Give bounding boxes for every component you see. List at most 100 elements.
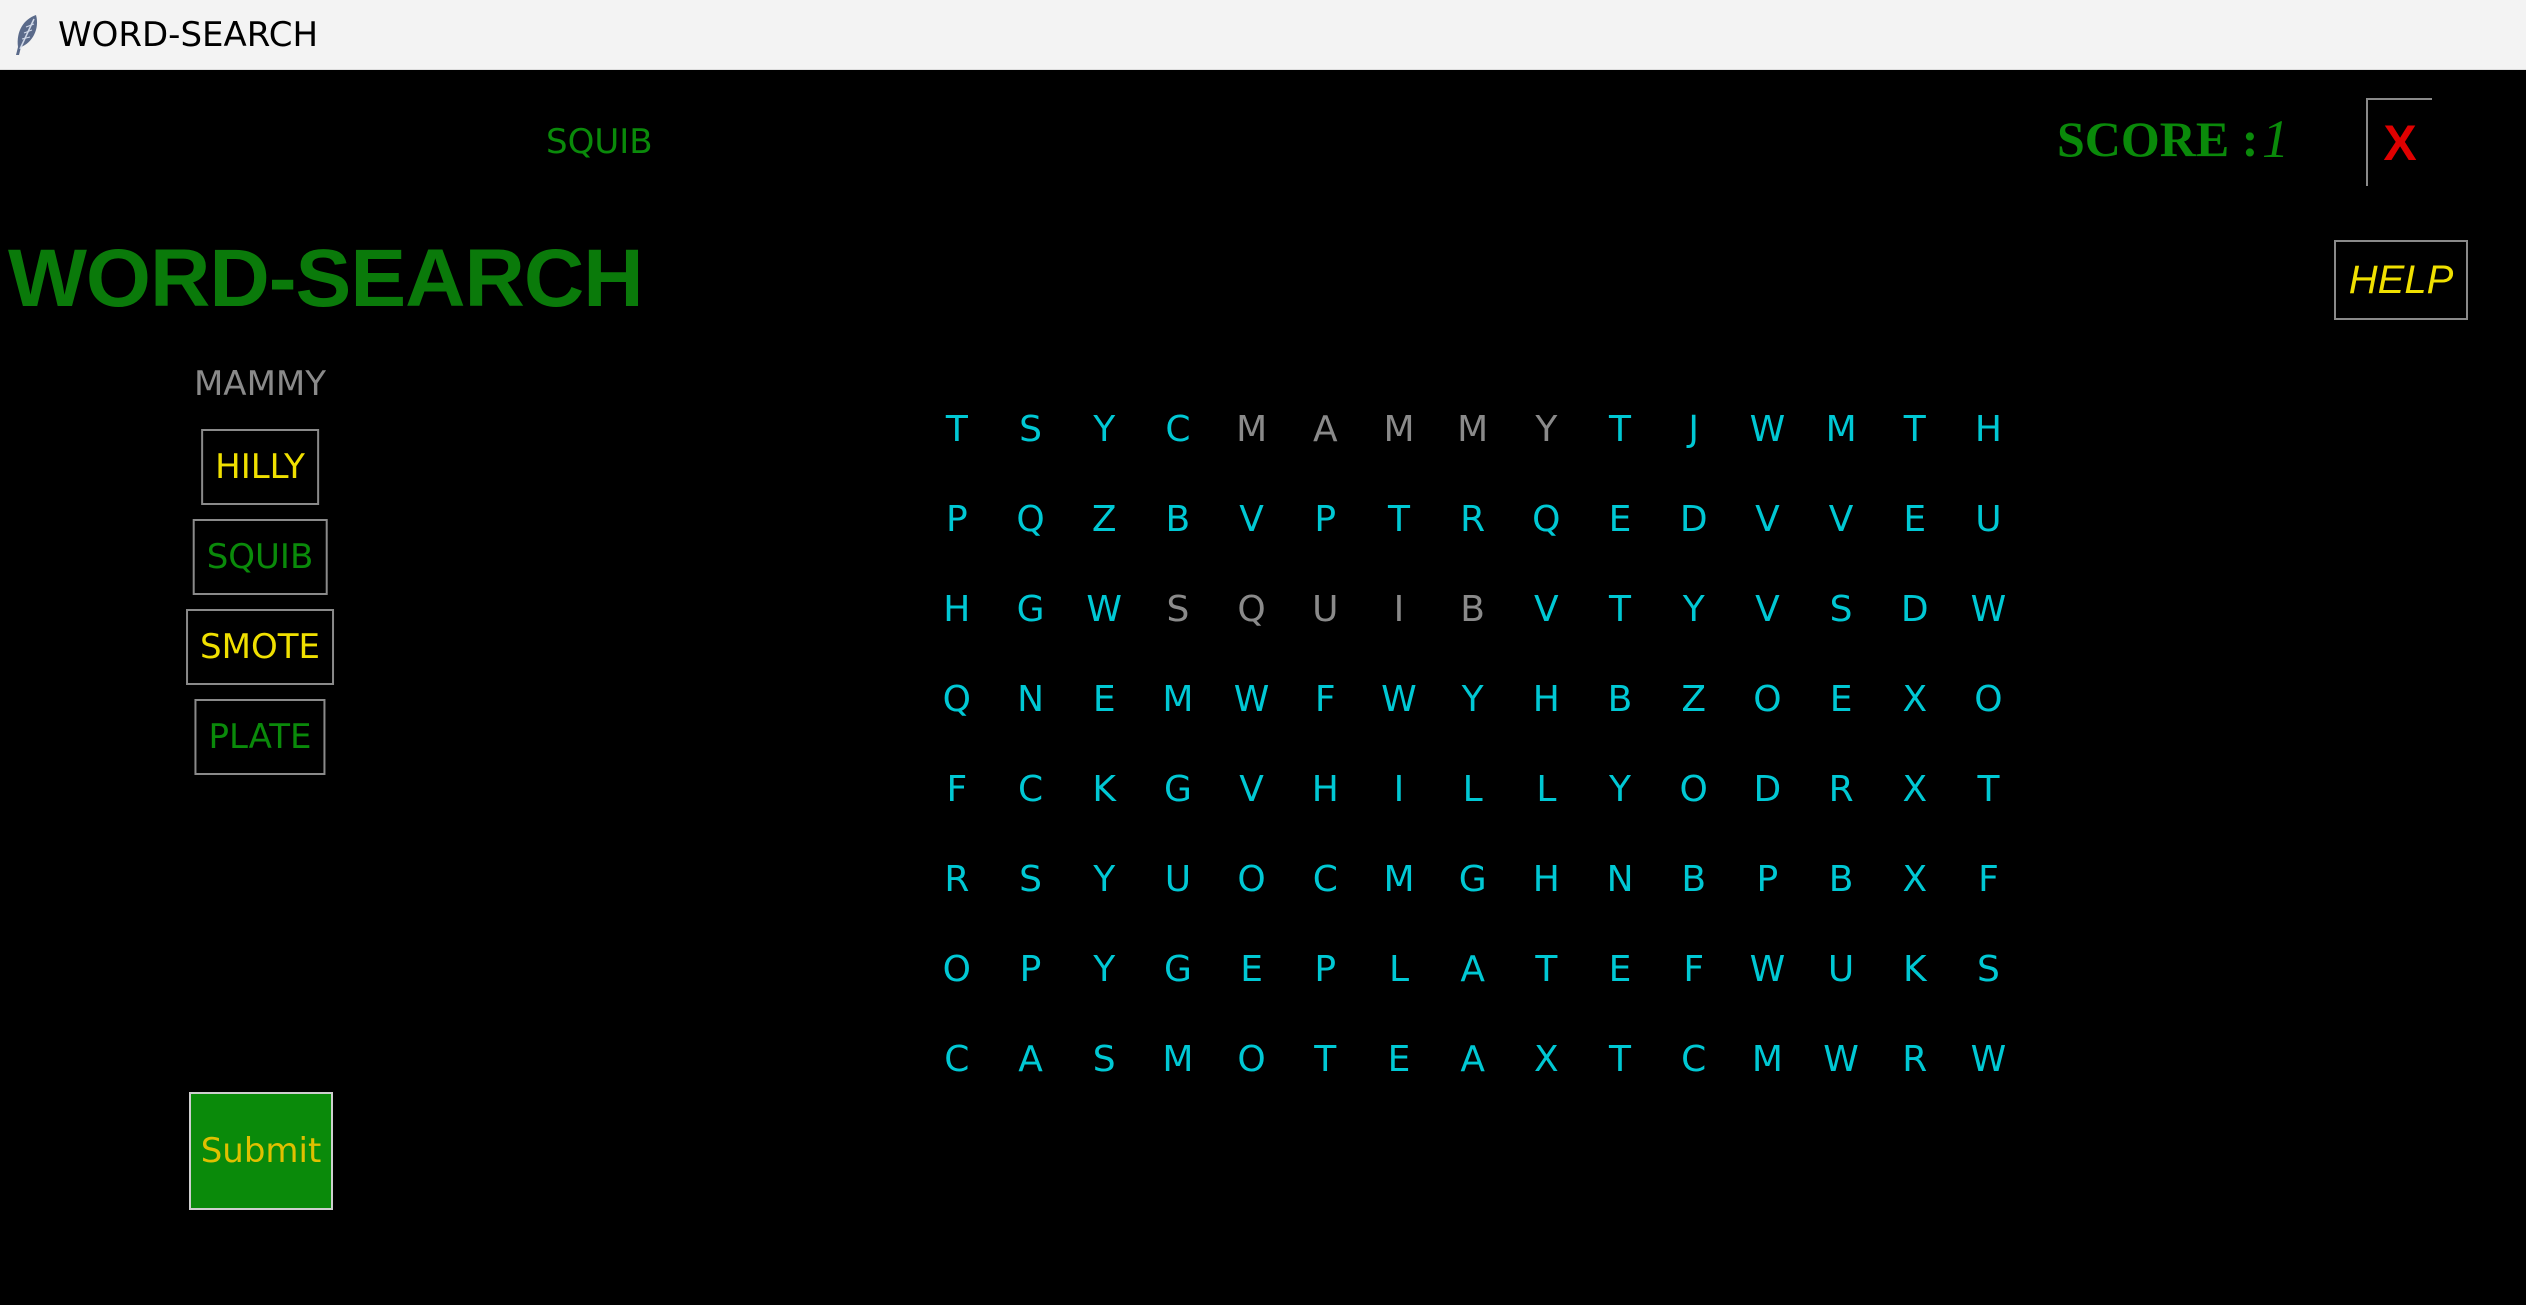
grid-cell[interactable]: Z	[1657, 654, 1731, 744]
grid-cell[interactable]: E	[1878, 474, 1952, 564]
grid-cell[interactable]: F	[1657, 924, 1731, 1014]
grid-cell[interactable]: N	[1583, 834, 1657, 924]
grid-cell[interactable]: B	[1804, 834, 1878, 924]
grid-cell[interactable]: O	[1215, 834, 1289, 924]
word-item-squib[interactable]: SQUIB	[192, 519, 328, 595]
grid-cell[interactable]: W	[1731, 924, 1805, 1014]
grid-cell[interactable]: T	[920, 384, 994, 474]
grid-cell[interactable]: E	[1215, 924, 1289, 1014]
grid-cell[interactable]: O	[1215, 1014, 1289, 1104]
grid-cell[interactable]: Y	[1436, 654, 1510, 744]
grid-cell[interactable]: E	[1362, 1014, 1436, 1104]
close-button[interactable]: X	[2366, 98, 2432, 186]
grid-cell[interactable]: E	[1583, 474, 1657, 564]
word-item-hilly[interactable]: HILLY	[201, 429, 319, 505]
grid-cell[interactable]: H	[1510, 654, 1584, 744]
grid-cell[interactable]: E	[1067, 654, 1141, 744]
grid-cell[interactable]: H	[920, 564, 994, 654]
grid-cell[interactable]: O	[920, 924, 994, 1014]
grid-cell[interactable]: M	[1436, 384, 1510, 474]
grid-cell[interactable]: O	[1952, 654, 2026, 744]
grid-cell[interactable]: M	[1141, 1014, 1215, 1104]
submit-button[interactable]: Submit	[189, 1092, 333, 1210]
grid-cell[interactable]: Q	[1510, 474, 1584, 564]
grid-cell[interactable]: Y	[1657, 564, 1731, 654]
grid-cell[interactable]: Q	[1215, 564, 1289, 654]
grid-cell[interactable]: S	[994, 834, 1068, 924]
grid-cell[interactable]: M	[1804, 384, 1878, 474]
grid-cell[interactable]: F	[920, 744, 994, 834]
grid-cell[interactable]: U	[1288, 564, 1362, 654]
grid-cell[interactable]: L	[1510, 744, 1584, 834]
grid-cell[interactable]: V	[1731, 564, 1805, 654]
grid-cell[interactable]: H	[1510, 834, 1584, 924]
grid-cell[interactable]: P	[1288, 924, 1362, 1014]
grid-cell[interactable]: L	[1436, 744, 1510, 834]
grid-cell[interactable]: Y	[1067, 834, 1141, 924]
grid-cell[interactable]: J	[1657, 384, 1731, 474]
grid-cell[interactable]: P	[1731, 834, 1805, 924]
grid-cell[interactable]: G	[1141, 744, 1215, 834]
grid-cell[interactable]: M	[1362, 384, 1436, 474]
grid-cell[interactable]: I	[1362, 564, 1436, 654]
grid-cell[interactable]: Q	[920, 654, 994, 744]
grid-cell[interactable]: X	[1510, 1014, 1584, 1104]
grid-cell[interactable]: C	[1657, 1014, 1731, 1104]
grid-cell[interactable]: S	[1952, 924, 2026, 1014]
grid-cell[interactable]: G	[1141, 924, 1215, 1014]
help-button[interactable]: HELP	[2334, 240, 2468, 320]
grid-cell[interactable]: Y	[1583, 744, 1657, 834]
grid-cell[interactable]: T	[1583, 1014, 1657, 1104]
grid-cell[interactable]: V	[1215, 744, 1289, 834]
grid-cell[interactable]: U	[1952, 474, 2026, 564]
grid-cell[interactable]: I	[1362, 744, 1436, 834]
grid-cell[interactable]: T	[1583, 384, 1657, 474]
grid-cell[interactable]: W	[1731, 384, 1805, 474]
word-item-plate[interactable]: PLATE	[194, 699, 326, 775]
grid-cell[interactable]: F	[1952, 834, 2026, 924]
grid-cell[interactable]: P	[920, 474, 994, 564]
grid-cell[interactable]: S	[1804, 564, 1878, 654]
grid-cell[interactable]: R	[920, 834, 994, 924]
grid-cell[interactable]: O	[1657, 744, 1731, 834]
grid-cell[interactable]: G	[1436, 834, 1510, 924]
grid-cell[interactable]: V	[1510, 564, 1584, 654]
grid-cell[interactable]: E	[1583, 924, 1657, 1014]
grid-cell[interactable]: W	[1215, 654, 1289, 744]
grid-cell[interactable]: B	[1436, 564, 1510, 654]
grid-cell[interactable]: B	[1141, 474, 1215, 564]
grid-cell[interactable]: S	[994, 384, 1068, 474]
grid-cell[interactable]: Q	[994, 474, 1068, 564]
grid-cell[interactable]: W	[1804, 1014, 1878, 1104]
grid-cell[interactable]: T	[1583, 564, 1657, 654]
grid-cell[interactable]: S	[1141, 564, 1215, 654]
grid-cell[interactable]: R	[1804, 744, 1878, 834]
grid-cell[interactable]: D	[1657, 474, 1731, 564]
grid-cell[interactable]: B	[1583, 654, 1657, 744]
grid-cell[interactable]: Y	[1067, 924, 1141, 1014]
grid-cell[interactable]: N	[994, 654, 1068, 744]
grid-cell[interactable]: F	[1288, 654, 1362, 744]
grid-cell[interactable]: W	[1067, 564, 1141, 654]
grid-cell[interactable]: R	[1436, 474, 1510, 564]
grid-cell[interactable]: K	[1067, 744, 1141, 834]
grid-cell[interactable]: L	[1362, 924, 1436, 1014]
grid-cell[interactable]: C	[920, 1014, 994, 1104]
grid-cell[interactable]: X	[1878, 834, 1952, 924]
grid-cell[interactable]: W	[1952, 1014, 2026, 1104]
grid-cell[interactable]: O	[1731, 654, 1805, 744]
grid-cell[interactable]: T	[1952, 744, 2026, 834]
grid-cell[interactable]: H	[1952, 384, 2026, 474]
grid-cell[interactable]: M	[1215, 384, 1289, 474]
grid-cell[interactable]: A	[1436, 924, 1510, 1014]
grid-cell[interactable]: X	[1878, 744, 1952, 834]
grid-cell[interactable]: C	[1141, 384, 1215, 474]
grid-cell[interactable]: P	[994, 924, 1068, 1014]
grid-cell[interactable]: X	[1878, 654, 1952, 744]
grid-cell[interactable]: C	[1288, 834, 1362, 924]
grid-cell[interactable]: W	[1952, 564, 2026, 654]
grid-cell[interactable]: K	[1878, 924, 1952, 1014]
grid-cell[interactable]: Y	[1510, 384, 1584, 474]
grid-cell[interactable]: H	[1288, 744, 1362, 834]
grid-cell[interactable]: U	[1804, 924, 1878, 1014]
